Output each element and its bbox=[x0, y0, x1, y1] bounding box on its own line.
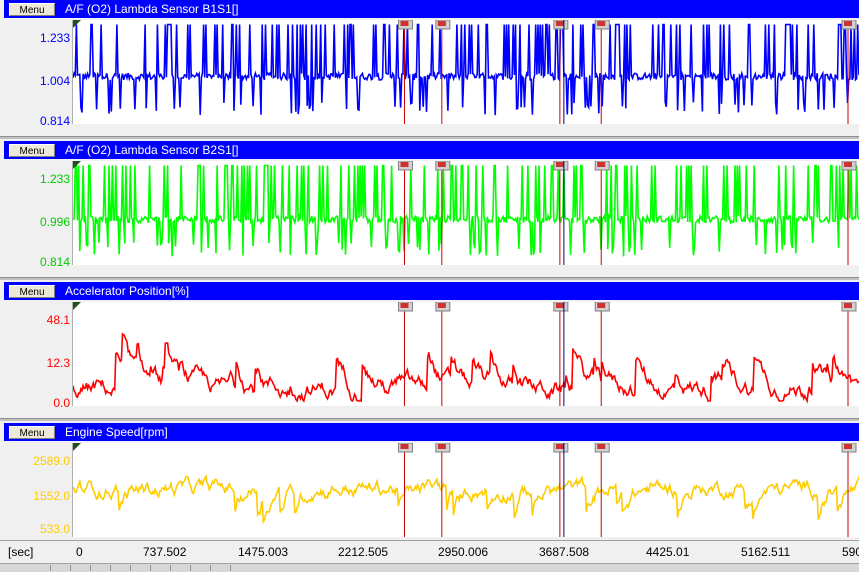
plot-background bbox=[73, 302, 859, 406]
time-tick-label: 3687.508 bbox=[539, 545, 590, 559]
y-min-label: 0.814 bbox=[39, 255, 70, 269]
scroll-segment[interactable] bbox=[220, 565, 231, 571]
scroll-segment[interactable] bbox=[160, 565, 171, 571]
event-flag-glyph bbox=[400, 21, 409, 26]
event-flag-glyph bbox=[843, 303, 852, 308]
plot-svg bbox=[73, 20, 859, 124]
y-max-label: 48.1 bbox=[46, 313, 70, 327]
y-mid-label: 1.004 bbox=[39, 74, 70, 88]
panel-header: Menu Accelerator Position[%] bbox=[4, 282, 859, 300]
event-flag-glyph bbox=[437, 444, 446, 449]
time-tick-label: 1475.003 bbox=[238, 545, 289, 559]
time-tick-label: 2950.006 bbox=[438, 545, 489, 559]
event-flag-glyph bbox=[400, 444, 409, 449]
event-flag-glyph bbox=[400, 162, 409, 167]
scroll-segment[interactable] bbox=[120, 565, 131, 571]
event-flag-glyph bbox=[555, 21, 564, 26]
time-axis: [sec] 0 737.502 1475.003 2212.505 2950.0… bbox=[0, 540, 859, 563]
scroll-segment[interactable] bbox=[60, 565, 71, 571]
y-min-label: 533.0 bbox=[39, 522, 70, 536]
event-flag-glyph bbox=[597, 21, 606, 26]
plot-area[interactable] bbox=[72, 302, 859, 406]
panel-divider[interactable] bbox=[0, 277, 859, 280]
chart-panel-4: Menu Engine Speed[rpm] 2589.0 1552.0 533… bbox=[0, 423, 859, 540]
time-tick-label: 2212.505 bbox=[338, 545, 389, 559]
panel-title: A/F (O2) Lambda Sensor B1S1[] bbox=[65, 2, 239, 16]
y-mid-label: 1552.0 bbox=[33, 489, 70, 503]
y-max-label: 2589.0 bbox=[33, 454, 70, 468]
chart-panel-2: Menu A/F (O2) Lambda Sensor B2S1[] 1.233… bbox=[0, 141, 859, 281]
time-axis-unit: [sec] bbox=[8, 545, 34, 559]
event-flag-glyph bbox=[555, 444, 564, 449]
event-flag-glyph bbox=[437, 303, 446, 308]
panel-title: Accelerator Position[%] bbox=[65, 284, 190, 298]
menu-button[interactable]: Menu bbox=[9, 425, 55, 439]
panel-header: Menu Engine Speed[rpm] bbox=[4, 423, 859, 441]
plot-area[interactable] bbox=[72, 443, 859, 537]
plot-svg bbox=[73, 302, 859, 406]
scroll-segment[interactable] bbox=[80, 565, 91, 571]
menu-button[interactable]: Menu bbox=[9, 143, 55, 157]
event-flag-glyph bbox=[843, 162, 852, 167]
chart-panel-3: Menu Accelerator Position[%] 48.1 12.3 0… bbox=[0, 282, 859, 422]
chart-panel-1: Menu A/F (O2) Lambda Sensor B1S1[] 1.233… bbox=[0, 0, 859, 140]
event-flag-glyph bbox=[437, 21, 446, 26]
scroll-segment[interactable] bbox=[200, 565, 211, 571]
event-flag-glyph bbox=[843, 21, 852, 26]
panel-divider[interactable] bbox=[0, 418, 859, 421]
panel-title: A/F (O2) Lambda Sensor B2S1[] bbox=[65, 143, 239, 157]
plot-area[interactable] bbox=[72, 161, 859, 265]
time-tick-label: 4425.01 bbox=[646, 545, 690, 559]
y-max-label: 1.233 bbox=[39, 172, 70, 186]
plot-svg bbox=[73, 161, 859, 265]
event-flag-glyph bbox=[555, 303, 564, 308]
y-mid-label: 0.996 bbox=[39, 215, 70, 229]
y-mid-label: 12.3 bbox=[46, 356, 70, 370]
event-flag-glyph bbox=[400, 303, 409, 308]
y-max-label: 1.233 bbox=[39, 31, 70, 45]
event-flag-glyph bbox=[597, 303, 606, 308]
plot-svg bbox=[73, 443, 859, 537]
scroll-segment[interactable] bbox=[140, 565, 151, 571]
event-flag-glyph bbox=[555, 162, 564, 167]
time-tick-label: 590 bbox=[842, 545, 859, 559]
event-flag-glyph bbox=[597, 162, 606, 167]
event-flag-glyph bbox=[843, 444, 852, 449]
scroll-segment[interactable] bbox=[180, 565, 191, 571]
y-min-label: 0.0 bbox=[53, 396, 70, 410]
panel-header: Menu A/F (O2) Lambda Sensor B2S1[] bbox=[4, 141, 859, 159]
scroll-segment[interactable] bbox=[100, 565, 111, 571]
time-tick-label: 737.502 bbox=[143, 545, 187, 559]
panel-title: Engine Speed[rpm] bbox=[65, 425, 168, 439]
panel-header: Menu A/F (O2) Lambda Sensor B1S1[] bbox=[4, 0, 859, 18]
plot-area[interactable] bbox=[72, 20, 859, 124]
event-flag-glyph bbox=[437, 162, 446, 167]
panel-divider[interactable] bbox=[0, 136, 859, 139]
time-tick-label: 5162.511 bbox=[741, 545, 791, 559]
menu-button[interactable]: Menu bbox=[9, 2, 55, 16]
scroll-segment[interactable] bbox=[40, 565, 51, 571]
y-min-label: 0.814 bbox=[39, 114, 70, 128]
time-tick-label: 0 bbox=[76, 545, 83, 559]
event-flag-glyph bbox=[597, 444, 606, 449]
menu-button[interactable]: Menu bbox=[9, 284, 55, 298]
